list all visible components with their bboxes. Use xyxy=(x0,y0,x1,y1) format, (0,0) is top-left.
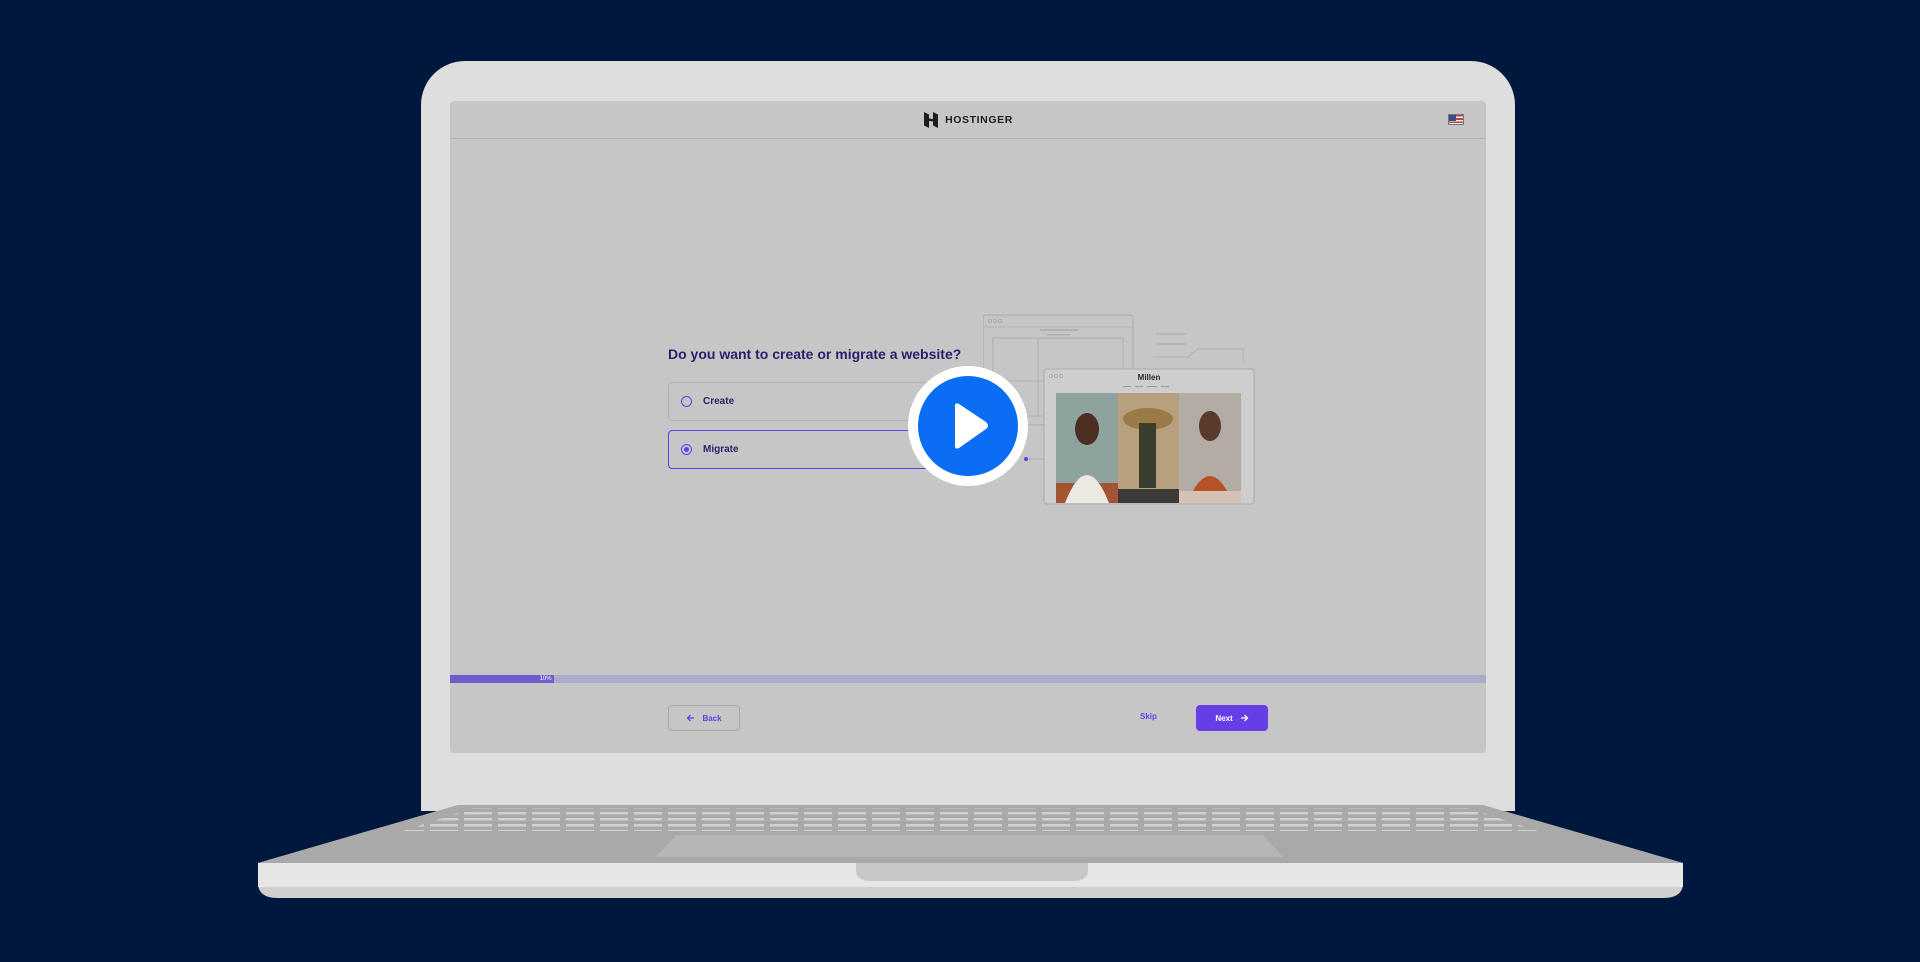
hostinger-logo[interactable]: HOSTINGER xyxy=(923,111,1013,129)
radio-selected-dot xyxy=(684,447,689,452)
back-label: Back xyxy=(702,713,722,723)
progress-bar: 10% xyxy=(450,675,1486,683)
next-label: Next xyxy=(1215,713,1233,723)
play-circle xyxy=(918,376,1018,476)
back-button[interactable]: Back xyxy=(668,705,740,731)
progress-label: 10% xyxy=(539,676,552,682)
top-bar: HOSTINGER xyxy=(450,101,1486,139)
option-create-label: Create xyxy=(703,396,735,407)
arrow-left-icon xyxy=(687,714,695,722)
brand-name: HOSTINGER xyxy=(945,113,1013,126)
question-title: Do you want to create or migrate a websi… xyxy=(668,346,962,362)
option-migrate-label: Migrate xyxy=(703,444,739,455)
hostinger-logo-icon xyxy=(924,111,939,128)
skip-button[interactable]: Skip xyxy=(1140,712,1157,721)
radio-migrate[interactable] xyxy=(681,444,692,455)
laptop-keyboard-base xyxy=(258,805,1683,898)
progress-fill: 10% xyxy=(450,675,554,683)
illustration-site-name: Millen xyxy=(1138,373,1161,382)
next-button[interactable]: Next xyxy=(1196,705,1268,731)
radio-create[interactable] xyxy=(681,396,692,407)
us-flag-icon[interactable] xyxy=(1448,114,1464,125)
arrow-right-icon xyxy=(1240,714,1249,722)
play-video-button[interactable] xyxy=(908,366,1028,486)
play-icon xyxy=(955,403,988,449)
